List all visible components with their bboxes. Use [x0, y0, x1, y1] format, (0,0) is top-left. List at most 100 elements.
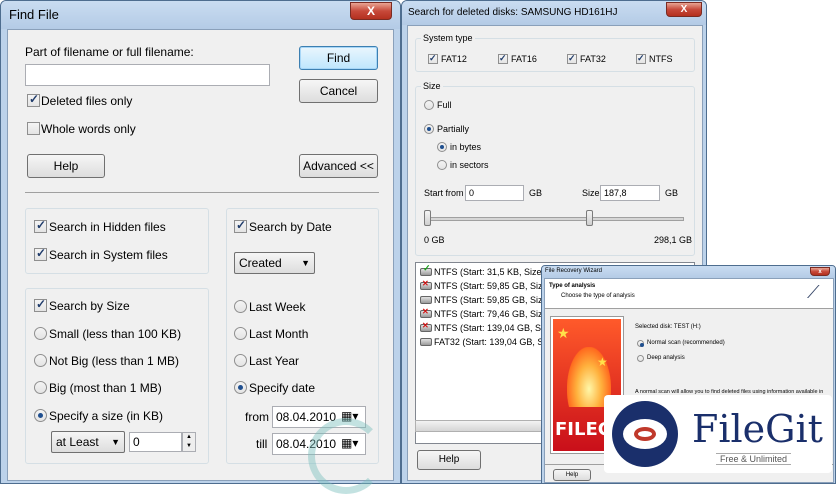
list-item[interactable]: NTFS (Start: 59,85 GB, Size: — [420, 279, 550, 291]
size-value-input[interactable]: 0 — [129, 432, 182, 452]
fat32-label: FAT32 — [580, 54, 606, 64]
in-bytes-radio[interactable] — [437, 142, 447, 152]
size-specify-radio[interactable] — [34, 409, 47, 422]
drive-icon — [420, 279, 432, 290]
close-button[interactable]: x — [810, 267, 830, 276]
fat16-checkbox[interactable] — [498, 53, 508, 64]
close-button[interactable]: X — [666, 2, 702, 17]
find-file-title: Find File — [9, 7, 59, 22]
chevron-down-icon: ▼ — [301, 258, 310, 268]
close-button[interactable]: X — [350, 2, 392, 20]
filegit-logo-circle — [612, 401, 678, 467]
system-type-label: System type — [421, 33, 475, 43]
wizard-heading: Type of analysis — [549, 283, 596, 289]
cancel-button[interactable]: Cancel — [299, 79, 378, 103]
magic-wand-icon: ⟋ — [807, 282, 820, 302]
drive-icon — [420, 307, 432, 318]
wizard-image-caption: FILEC — [555, 419, 611, 440]
find-file-titlebar: Find File X — [1, 1, 400, 29]
deep-analysis-radio[interactable] — [637, 355, 644, 362]
partially-label: Partially — [437, 124, 470, 134]
size-field-label: Size — [582, 188, 600, 198]
partially-radio[interactable] — [424, 124, 434, 134]
date-type-value: Created — [239, 256, 282, 270]
drive-icon — [420, 321, 432, 332]
start-from-input[interactable]: 0 — [465, 185, 524, 201]
range-slider-end-handle[interactable] — [586, 210, 593, 226]
size-specify-label: Specify a size (in KB) — [49, 409, 164, 423]
system-files-checkbox[interactable] — [34, 246, 47, 261]
size-notbig-radio[interactable] — [34, 354, 47, 367]
range-slider-track[interactable] — [428, 217, 684, 221]
list-item[interactable]: NTFS (Start: 59,85 GB, Size: — [420, 295, 550, 305]
size-mode-value: at Least — [56, 435, 99, 449]
normal-scan-radio[interactable] — [637, 340, 644, 347]
deleted-only-label: Deleted files only — [41, 94, 133, 108]
ntfs-label: NTFS — [649, 54, 673, 64]
fat12-checkbox[interactable] — [428, 53, 438, 64]
full-radio[interactable] — [424, 100, 434, 110]
find-button[interactable]: Find — [299, 46, 378, 70]
slider-min-label: 0 GB — [424, 235, 445, 245]
deep-analysis-label: Deep analysis — [647, 355, 685, 361]
size-mode-select[interactable]: at Least ▼ — [51, 431, 125, 453]
cloud-icon-inner — [634, 427, 656, 441]
fat32-checkbox[interactable] — [567, 53, 577, 64]
whole-words-checkbox[interactable] — [27, 122, 40, 135]
star-icon: ★ — [557, 325, 570, 341]
search-by-date-label: Search by Date — [249, 220, 332, 234]
help-button[interactable]: Help — [27, 154, 105, 178]
wizard-subheading: Choose the type of analysis — [561, 293, 635, 299]
search-by-size-label: Search by Size — [49, 299, 130, 313]
wizard-header: Type of analysis Choose the type of anal… — [545, 279, 833, 309]
ntfs-checkbox[interactable] — [636, 53, 646, 64]
date-lastmonth-radio[interactable] — [234, 327, 247, 340]
help-button[interactable]: Help — [553, 469, 591, 481]
size-small-label: Small (less than 100 KB) — [49, 327, 182, 341]
list-item[interactable]: NTFS (Start: 139,04 GB, Size: — [420, 321, 555, 333]
chevron-down-icon: ▼ — [111, 437, 120, 447]
slider-max-label: 298,1 GB — [654, 235, 693, 245]
star-icon: ★ — [597, 355, 608, 369]
size-small-radio[interactable] — [34, 327, 47, 340]
help-button[interactable]: Help — [417, 450, 481, 470]
date-lastweek-radio[interactable] — [234, 300, 247, 313]
size-field-input[interactable]: 187,8 — [600, 185, 660, 201]
full-label: Full — [437, 100, 452, 110]
size-spinner[interactable]: ▲ ▼ — [182, 432, 196, 452]
attributes-group — [25, 208, 209, 274]
range-slider-start-handle[interactable] — [424, 210, 431, 226]
start-from-unit: GB — [529, 188, 543, 198]
list-item[interactable]: NTFS (Start: 31,5 KB, Size: — [420, 263, 544, 277]
date-specify-radio[interactable] — [234, 381, 247, 394]
hidden-files-checkbox[interactable] — [34, 218, 47, 233]
system-files-label: Search in System files — [49, 248, 168, 262]
wizard-title: File Recovery Wizard — [545, 268, 603, 274]
date-type-select[interactable]: Created ▼ — [234, 252, 315, 274]
size-big-radio[interactable] — [34, 381, 47, 394]
fat16-label: FAT16 — [511, 54, 537, 64]
date-lastyear-label: Last Year — [249, 354, 300, 368]
divider — [25, 192, 379, 193]
list-item[interactable]: NTFS (Start: 79,46 GB, Size: — [420, 307, 550, 319]
search-disks-titlebar: Search for deleted disks: SAMSUNG HD161H… — [402, 1, 706, 25]
start-from-label: Start from — [424, 188, 464, 198]
search-by-date-checkbox[interactable] — [234, 218, 247, 233]
drive-icon — [420, 296, 432, 304]
hidden-files-label: Search in Hidden files — [49, 220, 166, 234]
date-lastyear-radio[interactable] — [234, 354, 247, 367]
find-file-window: Find File X Part of filename or full fil… — [0, 0, 401, 484]
deleted-only-checkbox[interactable] — [27, 92, 40, 107]
watermark-ring — [308, 418, 384, 494]
advanced-button[interactable]: Advanced << — [299, 154, 378, 178]
filename-input[interactable] — [25, 64, 270, 86]
wizard-titlebar: File Recovery Wizard x — [542, 266, 835, 278]
till-label: till — [256, 437, 268, 451]
from-label: from — [245, 410, 269, 424]
list-item[interactable]: FAT32 (Start: 139,04 GB, S — [420, 337, 543, 347]
size-field-unit: GB — [665, 188, 679, 198]
date-lastmonth-label: Last Month — [249, 327, 309, 341]
filename-label: Part of filename or full filename: — [25, 45, 194, 59]
search-by-size-checkbox[interactable] — [34, 297, 47, 312]
in-sectors-radio[interactable] — [437, 160, 447, 170]
